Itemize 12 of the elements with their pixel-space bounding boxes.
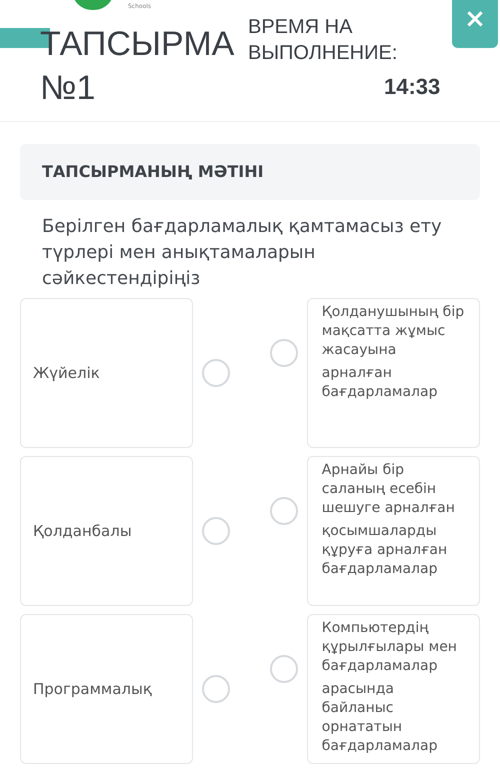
close-button[interactable]: × — [452, 0, 498, 48]
task-title: ТАПСЫРМА №1 — [40, 24, 236, 109]
definition-text: арасында байланыс орнататын бағдарламалар — [322, 680, 438, 756]
timer-value: 14:33 — [384, 73, 440, 101]
term-card: Қолданбалы — [20, 456, 194, 606]
section-header: ТАПСЫРМАНЫҢ МӘТІНІ — [20, 144, 480, 200]
timer-label: ВРЕМЯ НА ВЫПОЛНЕНИЕ: — [248, 15, 398, 66]
definition-text: қосымшаларды құруға арналған бағдарламалар — [322, 522, 448, 579]
task-prompt: Берілген бағдарламалық қамтамасыз ету түрлері мен анықтамаларын сәйкестендіріңіз — [41, 215, 443, 291]
term-card: Жүйелік — [20, 298, 194, 448]
definition-text: арналған бағдарламалар — [322, 364, 438, 402]
term-card: Программалық — [20, 614, 194, 764]
